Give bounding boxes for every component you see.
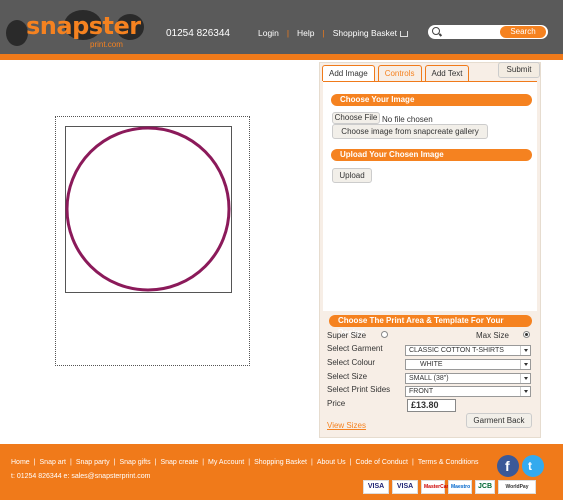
garment-label: Select Garment <box>327 344 383 353</box>
shopping-basket-link[interactable]: Shopping Basket <box>332 28 409 38</box>
print-area-heading: Choose The Print Area & Template For You… <box>329 315 532 337</box>
footer-separator: | <box>412 459 414 466</box>
logo-text: snapster <box>26 12 141 40</box>
choose-image-heading: Choose Your Image <box>331 94 532 106</box>
size-value: SMALL (38") <box>409 375 449 382</box>
price-label: Price <box>327 399 346 408</box>
login-link[interactable]: Login <box>258 28 279 38</box>
colour-value: WHITE <box>420 361 443 368</box>
payment-cards: VISA VISA MasterCard Maestro JCB WorldPay <box>363 480 536 494</box>
chevron-down-icon <box>520 387 530 396</box>
top-nav: Login | Help | Shopping Basket <box>258 28 409 38</box>
twitter-icon[interactable]: t <box>522 455 544 477</box>
choose-file-button[interactable]: Choose File <box>332 112 380 124</box>
footer-separator: | <box>248 459 251 466</box>
sides-value: FRONT <box>409 388 434 395</box>
price-value: £13.80 <box>407 399 456 412</box>
max-size-label: Max Size <box>476 331 509 340</box>
payment-card-jcb: JCB <box>475 480 495 494</box>
max-size-radio[interactable] <box>523 331 530 338</box>
logo-subtext: print.com <box>90 40 123 49</box>
super-size-label: Super Size <box>327 331 367 340</box>
payment-card-visa: VISA <box>392 480 418 494</box>
tab-controls[interactable]: Controls <box>377 65 422 81</box>
search-button[interactable]: Search <box>500 26 546 38</box>
basket-icon <box>400 30 409 37</box>
footer-separator: | <box>113 459 116 466</box>
design-circle-svg <box>65 126 231 292</box>
tab-add-image[interactable]: Add Image <box>322 65 375 81</box>
upload-heading: Upload Your Chosen Image <box>331 149 532 161</box>
print-area[interactable] <box>65 126 232 293</box>
footer-separator: | <box>69 459 72 466</box>
footer-separator: | <box>349 459 352 466</box>
design-circle[interactable] <box>65 126 231 292</box>
twitter-glyph: t <box>528 459 532 473</box>
facebook-glyph: f <box>505 458 510 474</box>
payment-card-maestro: Maestro <box>448 480 472 494</box>
footer-link[interactable]: Snap party <box>76 459 110 466</box>
footer-contact: t: 01254 826344 e: sales@snapsterprint.c… <box>11 473 151 480</box>
colour-select[interactable]: WHITE <box>405 359 531 370</box>
footer-link[interactable]: Shopping Basket <box>254 459 307 466</box>
sides-label: Select Print Sides <box>327 385 391 394</box>
size-label: Select Size <box>327 372 368 381</box>
shopping-basket-label: Shopping Basket <box>332 28 398 38</box>
colour-label: Select Colour <box>327 358 376 367</box>
footer-link[interactable]: My Account <box>208 459 244 466</box>
garment-back-button[interactable]: Garment Back <box>466 413 532 428</box>
footer-link[interactable]: Snap create <box>160 459 198 466</box>
nav-separator: | <box>322 28 325 38</box>
nav-separator: | <box>286 28 290 38</box>
garment-select[interactable]: CLASSIC COTTON T-SHIRTS <box>405 345 531 356</box>
tab-add-text[interactable]: Add Text <box>424 65 470 81</box>
chevron-down-icon <box>520 346 530 355</box>
footer-link[interactable]: Code of Conduct <box>355 459 408 466</box>
gallery-button[interactable]: Choose image from snapcreate gallery <box>332 124 488 139</box>
footer-link[interactable]: Home <box>11 459 30 466</box>
file-status: No file chosen <box>382 115 433 124</box>
footer-separator: | <box>154 459 157 466</box>
site-logo[interactable]: snapster print.com <box>4 6 152 52</box>
logo-splash <box>6 20 28 46</box>
garment-value: CLASSIC COTTON T-SHIRTS <box>409 347 504 354</box>
search-icon <box>432 27 440 35</box>
header-stripe <box>0 54 563 60</box>
payment-card-mastercard: MasterCard <box>421 480 452 494</box>
panel-tabs: Add Image Controls Add Text <box>322 65 470 81</box>
footer-separator: | <box>311 459 313 466</box>
upload-button[interactable]: Upload <box>332 168 372 183</box>
help-link[interactable]: Help <box>297 28 314 38</box>
footer-link[interactable]: Snap art <box>40 459 66 466</box>
header-phone: 01254 826344 <box>166 28 230 39</box>
payment-card-visa: VISA <box>363 480 389 494</box>
sides-select[interactable]: FRONT <box>405 386 531 397</box>
payment-card-worldpay: WorldPay <box>498 480 536 494</box>
facebook-icon[interactable]: f <box>497 455 519 477</box>
chevron-down-icon <box>520 360 530 369</box>
footer-link[interactable]: Snap gifts <box>120 459 151 466</box>
submit-button[interactable]: Submit <box>498 62 540 78</box>
footer-separator: | <box>33 459 36 466</box>
footer-separator: | <box>202 459 205 466</box>
super-size-radio[interactable] <box>381 331 388 338</box>
footer-links: Home | Snap art | Snap party | Snap gifts | Snap… <box>11 459 479 466</box>
view-sizes-link[interactable]: View Sizes <box>327 421 366 430</box>
chevron-down-icon <box>520 374 530 383</box>
size-select[interactable]: SMALL (38") <box>405 373 531 384</box>
footer-link[interactable]: About Us <box>317 459 346 466</box>
footer-link[interactable]: Terms & Conditions <box>418 459 479 466</box>
